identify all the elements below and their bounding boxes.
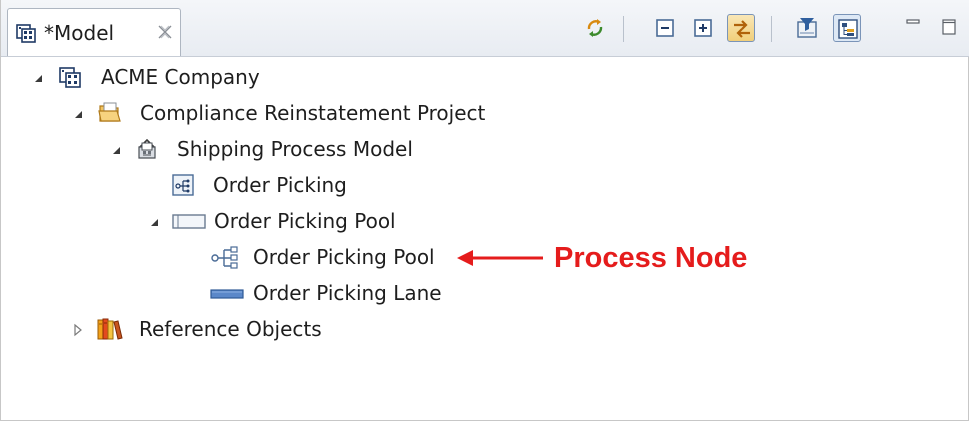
view-toolbar bbox=[579, 14, 967, 44]
tree-item-label: ACME Company bbox=[101, 65, 260, 89]
close-icon[interactable] bbox=[156, 23, 174, 41]
collapsed-twisty-icon[interactable] bbox=[71, 322, 85, 337]
tab-model[interactable]: *Model bbox=[7, 8, 181, 56]
callout-arrow-icon bbox=[457, 250, 543, 266]
books-icon bbox=[96, 317, 124, 341]
tree-item-label: Order Picking Lane bbox=[253, 281, 442, 305]
process-node-icon bbox=[209, 245, 245, 269]
tree-item-label: Order Picking Pool bbox=[253, 245, 435, 269]
expanded-twisty-icon[interactable] bbox=[31, 70, 45, 84]
tree-item-order-picking[interactable]: Order Picking bbox=[1, 167, 361, 203]
lane-icon bbox=[209, 281, 245, 305]
toolbar-separator bbox=[771, 16, 772, 42]
tab-title: *Model bbox=[44, 21, 115, 45]
company-icon bbox=[59, 65, 83, 89]
tree-item-label: Order Picking Pool bbox=[214, 209, 396, 233]
tree-item-label: Compliance Reinstatement Project bbox=[140, 101, 486, 125]
minimize-button[interactable] bbox=[899, 14, 927, 42]
process-model-icon bbox=[135, 137, 159, 161]
tree-item-label: Shipping Process Model bbox=[177, 137, 413, 161]
tree-item-label: Reference Objects bbox=[139, 317, 322, 341]
collapse-all-button[interactable] bbox=[651, 14, 679, 42]
tree-item-shipping-process-model[interactable]: Shipping Process Model bbox=[1, 131, 441, 167]
link-with-editor-button[interactable] bbox=[727, 14, 755, 42]
filter-button[interactable] bbox=[793, 14, 821, 42]
maximize-button[interactable] bbox=[935, 14, 963, 42]
model-tree: ACME Company Compliance Reinstatement Pr… bbox=[1, 56, 969, 420]
tree-item-order-picking-pool[interactable]: Order Picking Pool bbox=[1, 203, 421, 239]
toolbar-separator bbox=[623, 16, 624, 42]
tree-item-label: Order Picking bbox=[213, 173, 347, 197]
tree-layout-button[interactable] bbox=[833, 14, 861, 42]
project-folder-icon bbox=[98, 101, 122, 125]
pool-icon bbox=[171, 209, 207, 233]
process-node-callout: Process Node bbox=[554, 242, 748, 274]
diagram-icon bbox=[171, 173, 195, 197]
tree-item-compliance-reinstatement-project[interactable]: Compliance Reinstatement Project bbox=[1, 95, 521, 131]
expanded-twisty-icon[interactable] bbox=[109, 142, 123, 156]
tree-item-order-picking-lane[interactable]: Order Picking Lane bbox=[1, 275, 461, 311]
tree-item-order-picking-pool-process[interactable]: Order Picking Pool bbox=[1, 239, 461, 275]
sync-button[interactable] bbox=[581, 14, 609, 42]
view-tab-bar: *Model bbox=[1, 0, 969, 57]
expanded-twisty-icon[interactable] bbox=[147, 214, 161, 228]
model-explorer-view: *Model ACME Company Compliance Reinstate… bbox=[0, 0, 969, 421]
tree-item-acme-company[interactable]: ACME Company bbox=[1, 59, 401, 95]
tree-item-reference-objects[interactable]: Reference Objects bbox=[1, 311, 381, 347]
expanded-twisty-icon[interactable] bbox=[71, 106, 85, 120]
model-icon bbox=[16, 22, 38, 44]
expand-all-button[interactable] bbox=[689, 14, 717, 42]
